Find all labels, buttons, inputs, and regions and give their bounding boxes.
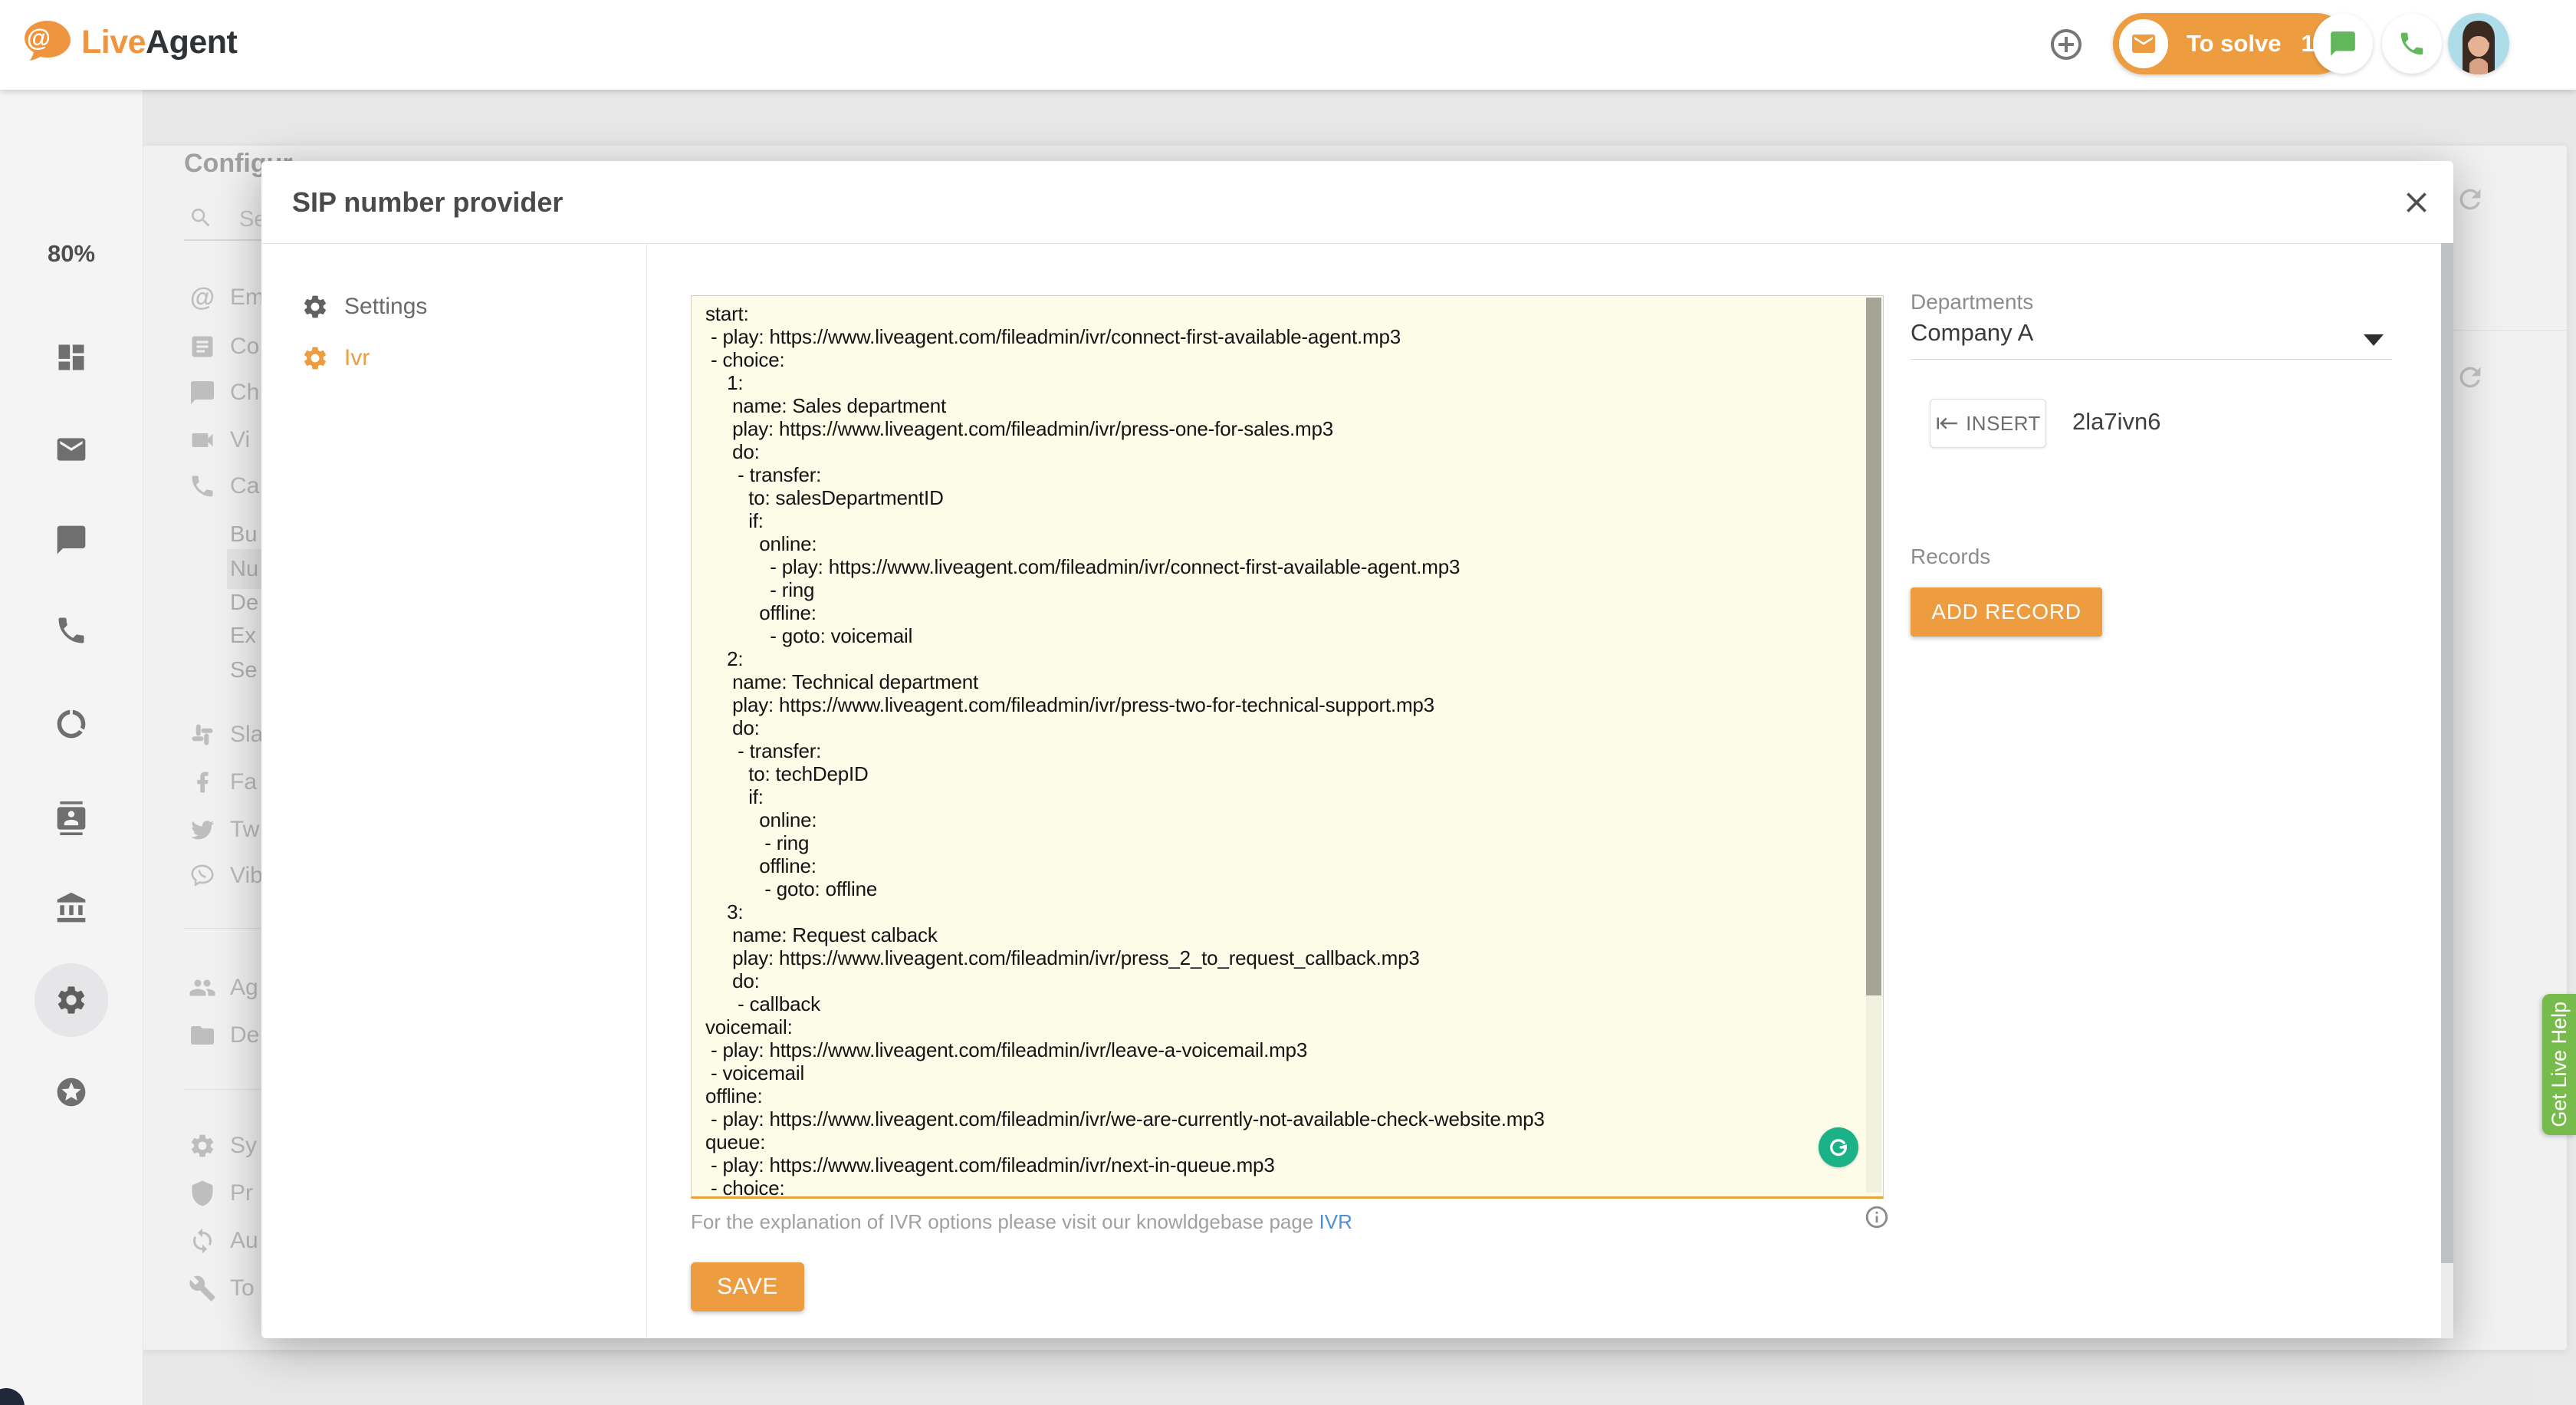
reports-icon[interactable] <box>54 707 88 741</box>
ivr-knowledgebase-link[interactable]: IVR <box>1319 1210 1352 1233</box>
modal-scrollbar-thumb[interactable] <box>2441 243 2453 1263</box>
tickets-icon[interactable] <box>54 433 88 466</box>
insert-button[interactable]: INSERT <box>1930 399 2046 448</box>
tab-settings[interactable]: Settings <box>261 283 646 331</box>
gear-icon <box>301 344 329 372</box>
tab-ivr[interactable]: Ivr <box>261 334 646 382</box>
editor-scrollbar[interactable] <box>1866 298 1881 1193</box>
info-icon[interactable] <box>1864 1204 1890 1230</box>
calls-rail-icon[interactable] <box>54 614 88 647</box>
add-button[interactable] <box>2045 24 2087 65</box>
star-badge-icon[interactable] <box>54 1075 88 1109</box>
to-solve-label: To solve <box>2187 30 2281 58</box>
settings-rail-icon[interactable] <box>54 983 88 1017</box>
footer-hint-text: For the explanation of IVR options pleas… <box>691 1210 1319 1233</box>
modal-nav: Settings Ivr <box>261 243 647 1338</box>
calls-button[interactable] <box>2382 14 2442 74</box>
get-live-help-label: Get Live Help <box>2548 1002 2571 1127</box>
zoom-level: 80% <box>0 240 143 268</box>
company-icon[interactable] <box>54 891 88 925</box>
user-avatar[interactable] <box>2448 13 2509 74</box>
ivr-script-content: start: - play: https://www.liveagent.com… <box>692 296 1883 1196</box>
liveagent-app: @ LiveAgent To solve 11 <box>0 0 2576 1405</box>
customers-icon[interactable] <box>54 801 88 835</box>
save-button[interactable]: SAVE <box>691 1262 804 1311</box>
plus-circle-icon <box>2048 26 2085 63</box>
modal-scrollbar[interactable] <box>2441 243 2453 1338</box>
top-bar: @ LiveAgent To solve 11 <box>0 0 2576 90</box>
chats-rail-icon[interactable] <box>54 523 88 557</box>
gear-icon <box>301 293 329 321</box>
modal-header: SIP number provider <box>261 161 2453 244</box>
liveagent-logo-icon: @ <box>23 20 72 64</box>
modal-title: SIP number provider <box>292 161 563 243</box>
avatar-image <box>2448 13 2509 74</box>
records-label: Records <box>1911 545 1990 569</box>
insert-tab-icon <box>1935 412 1958 435</box>
add-record-button[interactable]: ADD RECORD <box>1911 587 2102 637</box>
departments-label: Departments <box>1911 290 2033 314</box>
logo-text-agent: Agent <box>146 24 237 61</box>
sip-number-provider-modal: SIP number provider Settings Ivr start: … <box>261 161 2453 1338</box>
departments-underline <box>1911 359 2392 360</box>
close-icon[interactable] <box>2400 186 2433 219</box>
ivr-script-textarea[interactable]: start: - play: https://www.liveagent.com… <box>691 295 1884 1199</box>
grammarly-badge[interactable] <box>1819 1127 1858 1167</box>
dashboard-icon[interactable] <box>54 341 88 374</box>
logo-text-live: Live <box>81 24 146 61</box>
department-code: 2la7ivn6 <box>2072 408 2160 436</box>
svg-text:@: @ <box>27 24 51 51</box>
left-icon-rail: 80% <box>0 90 143 1405</box>
get-live-help-tab[interactable]: Get Live Help <box>2542 994 2576 1135</box>
chevron-down-icon[interactable] <box>2364 334 2384 346</box>
footer-hint: For the explanation of IVR options pleas… <box>691 1210 1352 1234</box>
phone-icon <box>2397 29 2426 58</box>
envelope-icon <box>2130 30 2157 58</box>
editor-scrollbar-thumb[interactable] <box>1866 298 1881 995</box>
chat-icon <box>2328 29 2358 58</box>
grammarly-icon <box>1825 1134 1852 1161</box>
liveagent-logo[interactable]: @ LiveAgent <box>23 20 237 64</box>
departments-select[interactable]: Company A <box>1911 319 2033 347</box>
chats-button[interactable] <box>2313 14 2373 74</box>
